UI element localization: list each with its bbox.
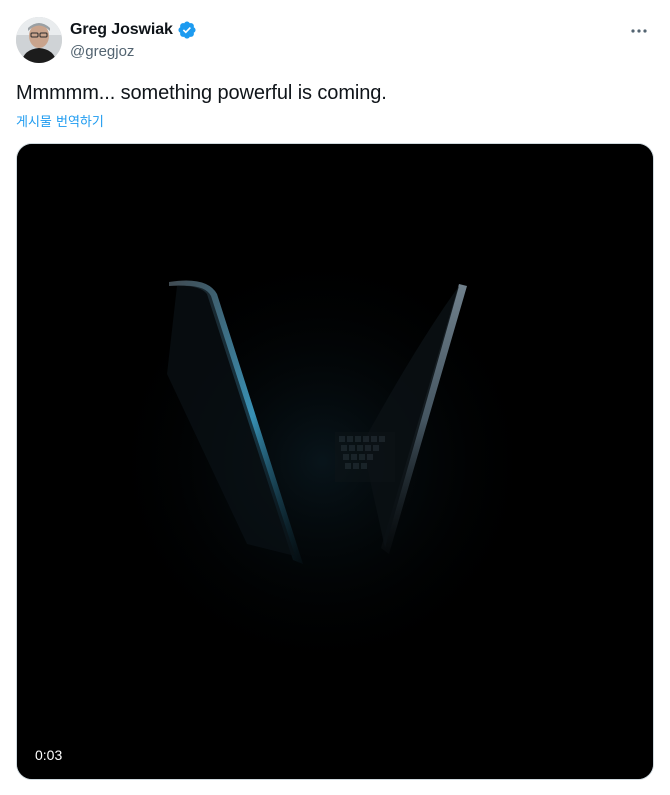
tweet-text: Mmmmm... something powerful is coming.	[16, 82, 387, 104]
more-icon[interactable]	[628, 20, 650, 42]
author-info: Greg Joswiak @gregjoz	[70, 19, 197, 60]
translate-link[interactable]: 게시물 번역하기	[16, 111, 104, 130]
author-handle[interactable]: @gregjoz	[70, 43, 197, 60]
verified-badge-icon[interactable]	[177, 20, 197, 40]
video-frame	[17, 144, 653, 779]
video-player[interactable]: 0:03	[16, 143, 654, 780]
video-timestamp: 0:03	[29, 745, 69, 765]
avatar[interactable]	[16, 17, 62, 63]
tweet-card: Greg Joswiak @gregjoz Mmmmm... something…	[0, 0, 670, 795]
author-display-name[interactable]: Greg Joswiak	[70, 21, 173, 39]
